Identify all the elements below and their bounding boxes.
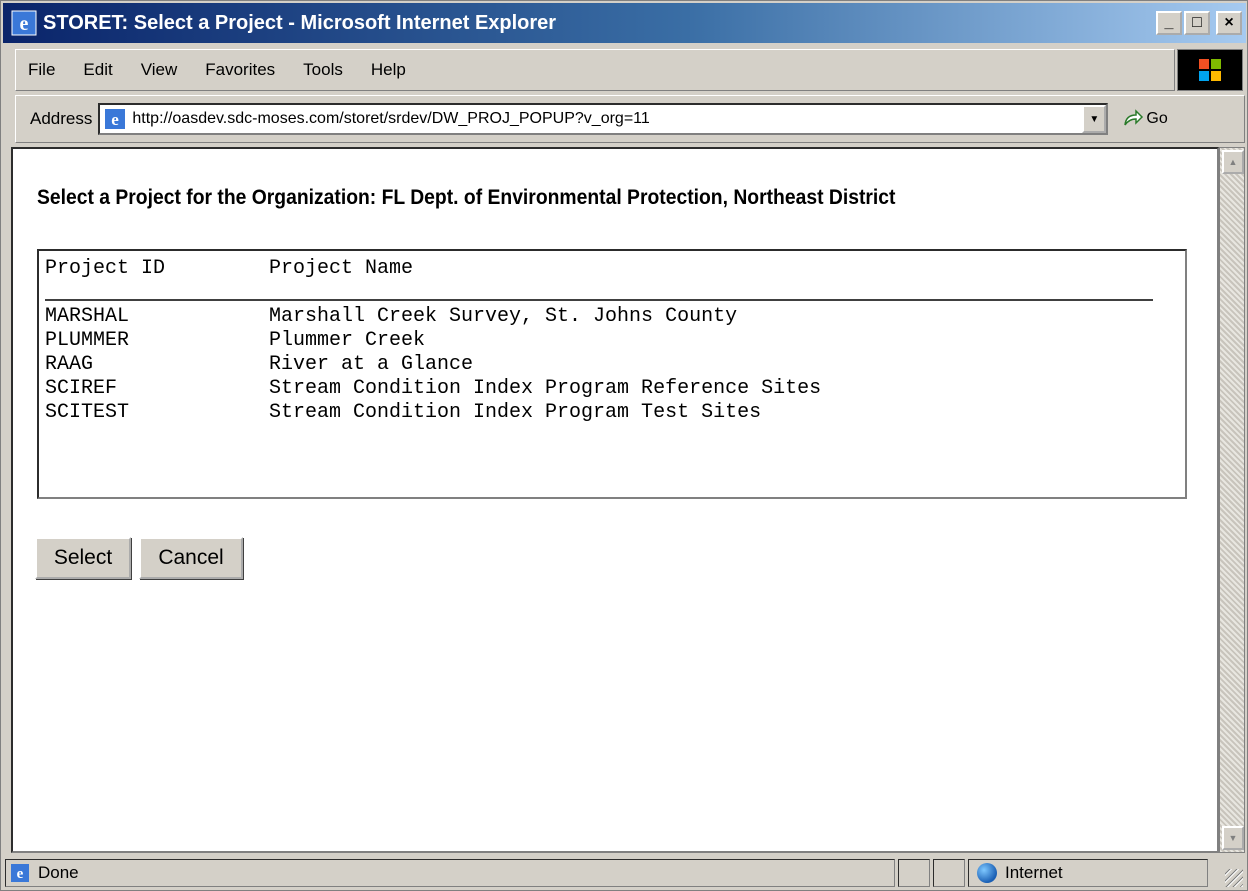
project-id: RAAG	[45, 353, 94, 376]
zone-label: Internet	[1005, 863, 1063, 882]
project-name: Stream Condition Index Program Reference…	[269, 377, 822, 400]
project-listbox[interactable]: Project ID Project Name MARSHAL Marshall…	[37, 249, 1187, 499]
project-id: MARSHAL	[45, 305, 130, 328]
menu-bar: File Edit View Favorites Tools Help	[15, 49, 1175, 91]
ie-icon: e	[11, 864, 29, 882]
column-header-project-name: Project Name	[269, 257, 414, 280]
address-label: Address	[30, 109, 93, 128]
status-slot	[898, 859, 930, 887]
divider	[45, 299, 1153, 301]
resize-grip-icon[interactable]	[1225, 869, 1243, 887]
dropdown-arrow-icon[interactable]: ▼	[1082, 105, 1107, 133]
menu-edit[interactable]: Edit	[69, 60, 126, 80]
go-button[interactable]: Go	[1122, 109, 1168, 129]
throbber	[1177, 49, 1243, 91]
svg-text:e: e	[17, 866, 24, 882]
globe-icon	[977, 863, 997, 883]
status-text: Done	[38, 863, 79, 882]
windows-logo-icon	[1199, 59, 1221, 81]
ie-icon: e	[11, 10, 37, 36]
page-title: Select a Project for the Organization: F…	[37, 186, 896, 209]
menu-favorites[interactable]: Favorites	[191, 60, 289, 80]
list-item[interactable]: SCIREF Stream Condition Index Program Re…	[45, 377, 821, 401]
column-header-project-id: Project ID	[45, 257, 166, 280]
browser-window: e STORET: Select a Project - Microsoft I…	[0, 0, 1248, 891]
list-header: Project ID Project Name	[45, 257, 413, 281]
page-content: Select a Project for the Organization: F…	[11, 147, 1219, 853]
window-title: STORET: Select a Project - Microsoft Int…	[43, 11, 557, 34]
svg-text:e: e	[20, 13, 29, 35]
vertical-scrollbar[interactable]: ▲ ▼	[1219, 147, 1245, 853]
title-bar[interactable]: e STORET: Select a Project - Microsoft I…	[3, 3, 1246, 43]
maximize-button[interactable]: □	[1184, 11, 1210, 35]
project-id: SCITEST	[45, 401, 130, 424]
project-id: SCIREF	[45, 377, 118, 400]
project-name: River at a Glance	[269, 353, 474, 376]
security-zone: Internet	[968, 859, 1208, 887]
close-button[interactable]: ×	[1216, 11, 1242, 35]
project-name: Stream Condition Index Program Test Site…	[269, 401, 762, 424]
status-bar: e Done Internet	[5, 857, 1245, 889]
status-slot	[933, 859, 965, 887]
cancel-button[interactable]: Cancel	[139, 537, 243, 579]
project-name: Plummer Creek	[269, 329, 426, 352]
address-bar: Address e http://oasdev.sdc-moses.com/st…	[15, 95, 1245, 143]
ie-icon: e	[105, 109, 126, 129]
address-url: http://oasdev.sdc-moses.com/storet/srdev…	[132, 110, 650, 127]
list-item[interactable]: PLUMMER Plummer Creek	[45, 329, 821, 353]
menu-help[interactable]: Help	[357, 60, 420, 80]
menu-tools[interactable]: Tools	[289, 60, 357, 80]
menu-file[interactable]: File	[16, 60, 69, 80]
project-id: PLUMMER	[45, 329, 130, 352]
scroll-up-icon[interactable]: ▲	[1222, 150, 1244, 174]
svg-text:e: e	[112, 110, 120, 129]
go-label: Go	[1146, 110, 1168, 127]
status-text-panel: e Done	[5, 859, 895, 887]
scroll-down-icon[interactable]: ▼	[1222, 826, 1244, 850]
minimize-button[interactable]: _	[1156, 11, 1182, 35]
select-button[interactable]: Select	[35, 537, 131, 579]
go-arrow-icon	[1124, 109, 1144, 126]
list-item[interactable]: SCITEST Stream Condition Index Program T…	[45, 401, 821, 425]
list-item[interactable]: MARSHAL Marshall Creek Survey, St. Johns…	[45, 305, 821, 329]
list-item[interactable]: RAAG River at a Glance	[45, 353, 821, 377]
address-input[interactable]: e http://oasdev.sdc-moses.com/storet/srd…	[98, 103, 1109, 135]
menu-view[interactable]: View	[127, 60, 192, 80]
project-name: Marshall Creek Survey, St. Johns County	[269, 305, 738, 328]
